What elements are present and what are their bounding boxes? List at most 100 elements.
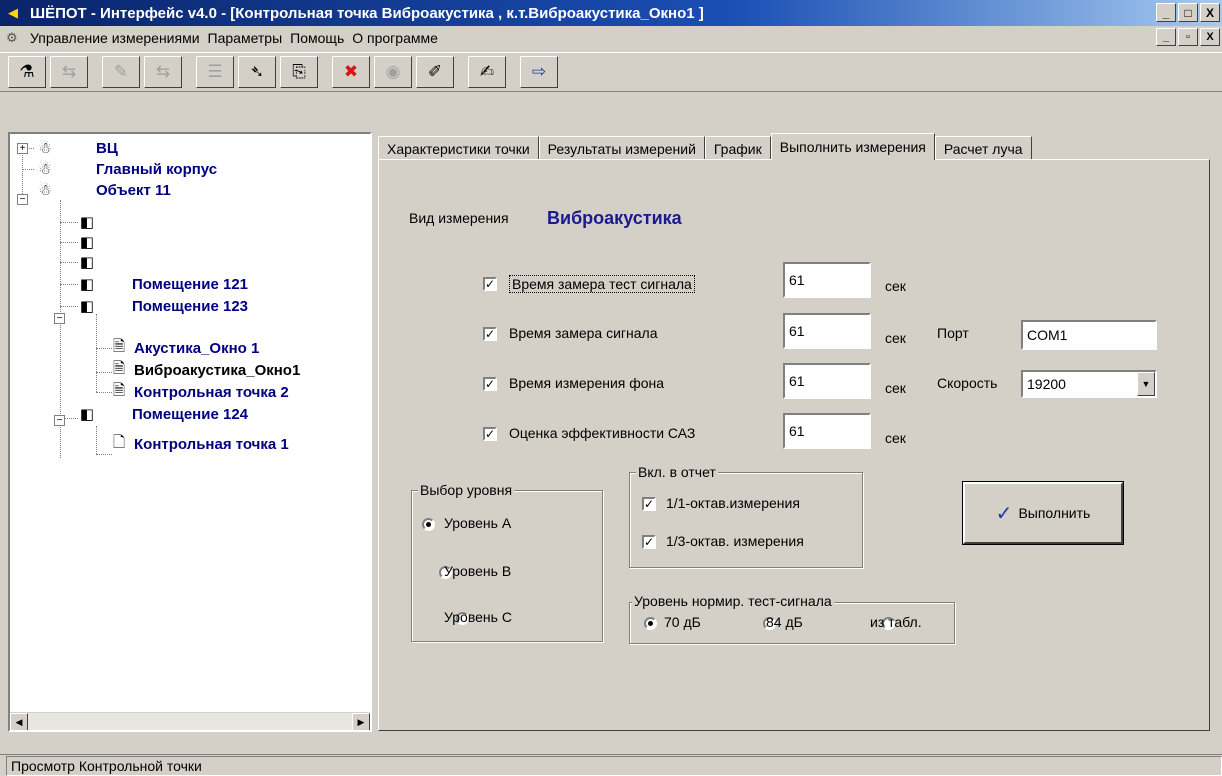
execute-label: Выполнить [1018,505,1091,521]
toolbar-button-6[interactable]: ⎘ [280,56,318,88]
toolbar-button-4[interactable]: ☰ [196,56,234,88]
level-group-title: Выбор уровня [418,482,515,498]
toolbar-button-3[interactable]: ⇆ [144,56,182,88]
mdi-system-icon[interactable]: ⚙ [6,30,26,46]
document-icon: 🗎 [112,381,126,399]
tab-measurement-results[interactable]: Результаты измерений [538,136,705,160]
norm-level-group-title: Уровень нормир. тест-сигнала [632,593,834,609]
object-tree[interactable]: + − − − ☃ ВЦ ☃ Главный корпус ☃ Объект 1… [8,132,372,732]
port-field[interactable] [1021,320,1157,350]
toolbar-button-7[interactable]: ✖ [332,56,370,88]
document-icon: 🗎 [112,359,126,377]
copy-icon: ⎘ [292,62,306,81]
tree-node-label: Контрольная точка 2 [134,383,289,401]
tree-expander-object11[interactable]: − [17,194,28,205]
chevron-down-icon[interactable]: ▼ [1137,372,1155,396]
tree-node-control-point1[interactable]: 🗋 Контрольная точка 1 [108,434,289,454]
tree-node-main-building[interactable]: ☃ Главный корпус [34,159,217,179]
saz-efficiency-checkbox[interactable]: ✓ [483,427,497,441]
tree-expander-vc[interactable]: + [17,143,28,154]
saz-efficiency-unit: сек [885,430,906,446]
saz-efficiency-field[interactable] [783,413,871,449]
room-icon: ◧ [79,298,95,315]
background-time-unit: сек [885,380,906,396]
tab-point-characteristics[interactable]: Характеристики точки [378,136,539,160]
tree-node-vc[interactable]: ☃ ВЦ [34,138,118,158]
app-icon: ◀ [8,5,18,20]
tree-node-unnamed-2[interactable]: ◧ [76,232,102,252]
tree-node-control-point2[interactable]: 🗎 Контрольная точка 2 [108,382,289,402]
toolbar-button-11[interactable]: ⇨ [520,56,558,88]
toolbar-button-1[interactable]: ⇆ [50,56,88,88]
list-icon: ☰ [207,62,223,81]
menu-about[interactable]: О программе [348,30,442,46]
report-group-title: Вкл. в отчет [636,464,718,480]
tree-node-acoustic-window1[interactable]: 🗎 Акустика_Окно 1 [108,338,259,358]
toolbar-button-2[interactable]: ✎ [102,56,140,88]
execute-button[interactable]: ✓ Выполнить [962,481,1124,545]
tab-strip: Характеристики точки Результаты измерени… [378,133,1032,160]
toolbar-button-0[interactable]: ⚗ [8,56,46,88]
tab-perform-measurements[interactable]: Выполнить измерения [770,133,935,160]
person-icon: ☃ [38,182,52,199]
tree-node-vibroacoustic-window1[interactable]: 🗎 Виброакустика_Окно1 [108,360,300,380]
speaker-icon: ◉ [385,62,401,81]
tree-node-label: Помещение 121 [132,275,249,293]
menu-help[interactable]: Помощь [286,30,348,46]
tab-beam-calculation[interactable]: Расчет луча [934,136,1032,160]
toolbar-button-5[interactable]: ➴ [238,56,276,88]
toolbar-button-8[interactable]: ◉ [374,56,412,88]
norm-70db-radio[interactable] [644,617,657,630]
toolbar: ⚗ ⇆ ✎ ⇆ ☰ ➴ ⎘ ✖ ◉ ✐ ✍ ⇨ [0,52,1222,92]
test-signal-time-field[interactable] [783,262,871,298]
tree-node-object11[interactable]: ☃ Объект 11 [34,180,171,200]
speed-select[interactable]: 19200 ▼ [1021,370,1157,398]
maximize-button[interactable]: □ [1178,3,1198,22]
menu-measurements[interactable]: Управление измерениями [26,30,204,46]
mdi-minimize-button[interactable]: _ [1156,28,1176,46]
mdi-restore-button[interactable]: ▫ [1178,28,1198,46]
tab-graph[interactable]: График [704,136,771,160]
octave-1-3-label: 1/3-октав. измерения [666,533,804,549]
tree-node-label: Контрольная точка 1 [134,435,289,453]
octave-1-1-checkbox[interactable]: ✓ [642,497,656,511]
test-signal-time-label: Время замера тест сигнала [509,275,695,293]
toolbar-button-9[interactable]: ✐ [416,56,454,88]
tree-node-unnamed-3[interactable]: ◧ [76,252,102,272]
tree-node-room124[interactable]: ◧ Помещение 124 [76,404,248,424]
level-group: Выбор уровня Уровень А Уровень В Уровень… [411,482,603,642]
level-a-radio[interactable] [422,518,435,531]
draw-icon: ✍ [479,62,495,81]
signal-time-checkbox[interactable]: ✓ [483,327,497,341]
tree-swap-icon: ⇆ [61,62,77,81]
close-button[interactable]: X [1200,3,1220,22]
scroll-left-button[interactable]: ◀ [10,713,28,730]
pencil-icon: ✎ [113,62,129,81]
room-icon: ◧ [79,254,95,271]
exit-icon: ⇨ [531,62,547,81]
menu-parameters[interactable]: Параметры [204,30,287,46]
background-time-field[interactable] [783,363,871,399]
tree-node-room123[interactable]: ◧ Помещение 123 [76,296,248,316]
window-title: ШЁПОТ - Интерфейс v4.0 - [Контрольная то… [30,4,704,22]
test-signal-time-checkbox[interactable]: ✓ [483,277,497,291]
document-icon: 🗎 [112,337,126,355]
tree-node-unnamed-1[interactable]: ◧ [76,212,102,232]
tree-node-label: Помещение 124 [132,405,249,423]
speed-label: Скорость [937,375,998,391]
scroll-right-button[interactable]: ▶ [352,713,370,730]
tree-horizontal-scrollbar[interactable]: ◀ ▶ [10,712,370,730]
tree-expander-room124[interactable]: − [54,415,65,426]
background-time-checkbox[interactable]: ✓ [483,377,497,391]
person-icon: ☃ [38,140,52,157]
norm-70db-label: 70 дБ [664,614,701,630]
mdi-close-button[interactable]: X [1200,28,1220,46]
toolbar-button-10[interactable]: ✍ [468,56,506,88]
signal-time-field[interactable] [783,313,871,349]
minimize-button[interactable]: _ [1156,3,1176,22]
octave-1-3-checkbox[interactable]: ✓ [642,535,656,549]
tree-node-room121[interactable]: ◧ Помещение 121 [76,274,248,294]
tree-swap-2-icon: ⇆ [155,62,171,81]
tree-expander-room123[interactable]: − [54,313,65,324]
speed-value: 19200 [1027,376,1066,392]
